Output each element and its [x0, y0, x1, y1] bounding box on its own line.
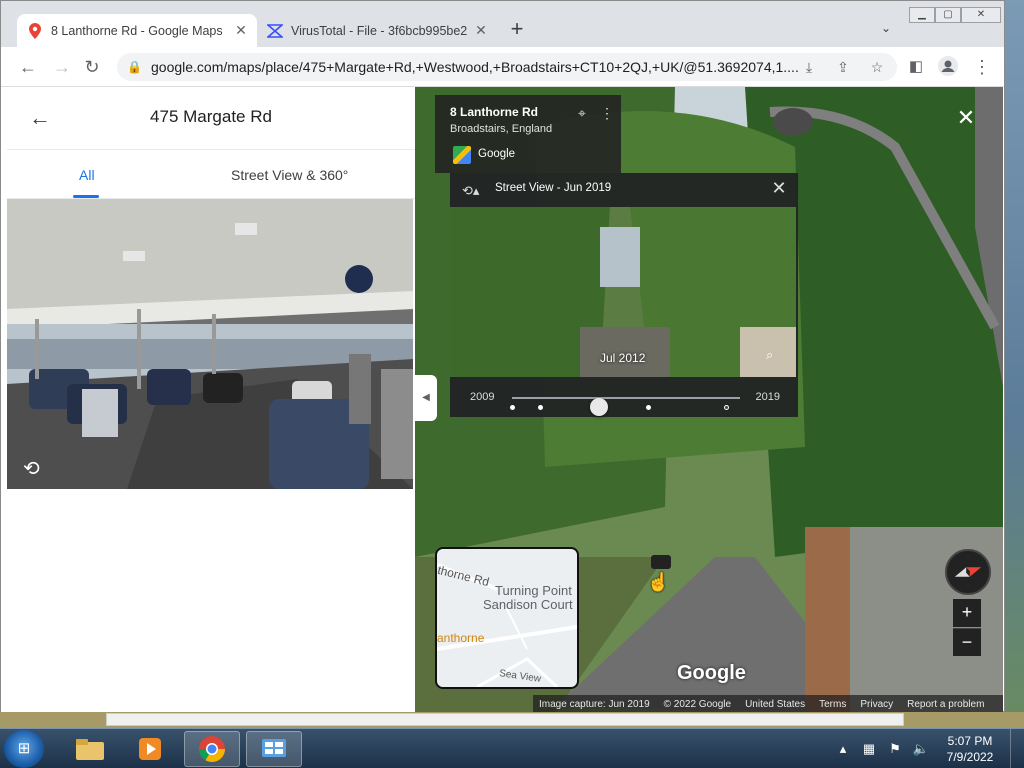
- virustotal-icon: [267, 23, 283, 39]
- clock-date: 7/9/2022: [946, 750, 994, 764]
- bookmark-star-icon[interactable]: ☆: [867, 57, 887, 77]
- time-travel-panel: ⟲▴ Street View - Jun 2019 ✕ Jul 2012 ⌕ 2…: [450, 173, 798, 417]
- zoom-magnifier-icon[interactable]: ⌕: [766, 347, 782, 363]
- back-arrow-icon[interactable]: ←: [17, 56, 39, 78]
- clock[interactable]: 5:07 PM 7/9/2022: [938, 733, 1002, 765]
- address-bar[interactable]: 🔒 google.com/maps/place/475+Margate+Rd,+…: [117, 53, 897, 81]
- page-title: 475 Margate Rd: [150, 107, 272, 126]
- rotate-360-icon: ⟲: [23, 458, 40, 480]
- start-button[interactable]: ⊞: [4, 730, 44, 768]
- privacy-link[interactable]: Privacy: [860, 699, 893, 710]
- show-desktop-button[interactable]: [1010, 729, 1024, 768]
- zoom-in-button[interactable]: +: [953, 599, 981, 627]
- tab-street-view-360[interactable]: Street View & 360°: [231, 167, 348, 183]
- close-tab-icon[interactable]: ✕: [473, 22, 489, 38]
- system-tray: ▴ ▦ ⚑ 🔈 5:07 PM 7/9/2022: [834, 729, 1024, 768]
- map-label: Sandison Court: [483, 597, 573, 612]
- windows-logo-icon: ⊞: [17, 740, 31, 757]
- menu-kebab-icon[interactable]: ⋮: [971, 56, 993, 78]
- hand-cursor-icon: ☝: [647, 572, 670, 592]
- maximize-button[interactable]: ▢: [935, 7, 961, 23]
- google-logo: Google: [677, 662, 746, 684]
- attribution-footer: Image capture: Jun 2019 © 2022 Google Un…: [533, 695, 1003, 713]
- slider-tick[interactable]: [646, 405, 651, 410]
- background-window-edge: [106, 713, 904, 726]
- divider: [7, 149, 415, 150]
- new-tab-button[interactable]: +: [506, 18, 528, 41]
- region-link[interactable]: United States: [745, 699, 805, 710]
- desktop-strip: [0, 712, 1024, 728]
- minimize-button[interactable]: ▁: [909, 7, 935, 23]
- clock-time: 5:07 PM: [947, 734, 993, 748]
- slider-start-year: 2009: [470, 391, 495, 403]
- forward-arrow-icon[interactable]: →: [51, 56, 73, 78]
- tab-strip: 8 Lanthorne Rd - Google Maps ✕ VirusTota…: [1, 1, 1004, 47]
- image-capture-date: Image capture: Jun 2019: [539, 698, 650, 710]
- slider-tick-current[interactable]: [724, 405, 729, 410]
- slider-thumb[interactable]: [589, 398, 608, 416]
- report-problem-link[interactable]: Report a problem: [907, 699, 984, 710]
- browser-window: 8 Lanthorne Rd - Google Maps ✕ VirusTota…: [0, 0, 1005, 713]
- provider-label: Google: [478, 148, 516, 160]
- zoom-out-button[interactable]: −: [953, 628, 981, 656]
- collapse-side-panel-button[interactable]: ◀: [415, 375, 437, 421]
- show-hidden-icons-icon[interactable]: ▴: [834, 740, 852, 758]
- map-label: anthorne: [437, 631, 485, 645]
- minimap[interactable]: thorne Rd Turning Point Sandison Court a…: [435, 547, 579, 689]
- location-region: Broadstairs, England: [450, 123, 553, 135]
- compass-icon[interactable]: [945, 549, 991, 595]
- share-icon[interactable]: ⇪: [833, 57, 853, 77]
- chrome-icon[interactable]: [184, 731, 240, 767]
- taskbar: ⊞ ▴ ▦ ⚑ 🔈 5:07 PM 7/9/2022: [0, 728, 1024, 768]
- street-view-viewer[interactable]: ✕ 8 Lanthorne Rd Broadstairs, England ⌖ …: [415, 87, 1003, 713]
- control-panel-icon[interactable]: [246, 731, 302, 767]
- slider-end-year: 2019: [755, 391, 780, 403]
- petrol-station-photo: [7, 199, 413, 489]
- map-label: Turning Point: [495, 583, 572, 598]
- tab-google-maps[interactable]: 8 Lanthorne Rd - Google Maps ✕: [17, 14, 257, 47]
- media-player-icon[interactable]: [122, 731, 178, 767]
- location-card: 8 Lanthorne Rd Broadstairs, England ⌖ ⋮ …: [435, 95, 621, 173]
- network-icon[interactable]: ▦: [860, 740, 878, 758]
- tab-search-chevron-icon[interactable]: ⌄: [877, 21, 895, 39]
- slider-track[interactable]: [510, 397, 740, 416]
- location-name: 8 Lanthorne Rd: [450, 105, 539, 119]
- street-view-photo-thumbnail[interactable]: ⟲: [7, 199, 413, 489]
- file-explorer-icon[interactable]: [62, 731, 118, 767]
- install-app-icon[interactable]: ⤓: [799, 57, 819, 77]
- google-maps-pin-icon: [27, 22, 43, 39]
- historic-photo-preview[interactable]: Jul 2012 ⌕: [450, 207, 796, 377]
- close-time-panel-icon[interactable]: ✕: [770, 179, 788, 197]
- tab-virustotal[interactable]: VirusTotal - File - 3f6bcb995be2d ✕: [257, 14, 497, 47]
- place-photos-panel: ← 475 Margate Rd All Street View & 360°: [1, 87, 415, 713]
- tab-title: VirusTotal - File - 3f6bcb995be2d: [291, 23, 467, 38]
- tab-all[interactable]: All: [79, 167, 95, 183]
- url-text: google.com/maps/place/475+Margate+Rd,+We…: [151, 59, 799, 75]
- time-panel-title: Street View - Jun 2019: [495, 182, 612, 194]
- terms-link[interactable]: Terms: [819, 699, 846, 710]
- reload-icon[interactable]: ↻: [81, 56, 103, 78]
- side-panel-icon[interactable]: ◧: [905, 56, 927, 78]
- close-street-view-icon[interactable]: ✕: [955, 107, 977, 129]
- tab-title: 8 Lanthorne Rd - Google Maps: [51, 23, 223, 38]
- profile-avatar-icon[interactable]: [937, 56, 959, 78]
- slider-tick[interactable]: [510, 405, 515, 410]
- history-clock-icon[interactable]: ⟲▴: [462, 183, 479, 199]
- close-tab-icon[interactable]: ✕: [233, 22, 249, 38]
- photo-date-label: Jul 2012: [600, 351, 646, 365]
- copyright-text: © 2022 Google: [663, 698, 732, 710]
- browser-toolbar: ← → ↻ 🔒 google.com/maps/place/475+Margat…: [1, 47, 1004, 87]
- action-center-flag-icon[interactable]: ⚑: [886, 740, 904, 758]
- slider-tick[interactable]: [538, 405, 543, 410]
- more-options-icon[interactable]: ⋮: [600, 105, 614, 123]
- time-slider[interactable]: 2009 2019: [470, 387, 780, 416]
- close-window-button[interactable]: ✕: [961, 7, 1001, 23]
- lock-icon: 🔒: [127, 60, 142, 74]
- google-maps-app-icon: [453, 146, 471, 164]
- volume-icon[interactable]: 🔈: [912, 740, 930, 758]
- map-pin-icon[interactable]: ⌖: [578, 105, 590, 123]
